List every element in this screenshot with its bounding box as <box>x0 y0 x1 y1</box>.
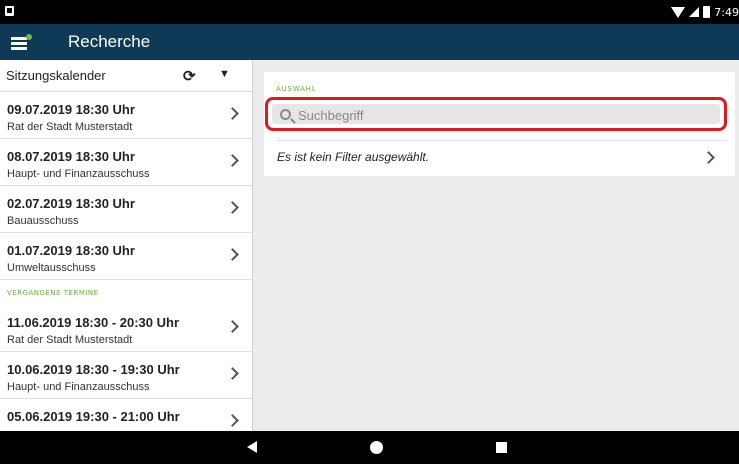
menu-icon[interactable] <box>11 34 33 50</box>
chevron-right-icon <box>226 367 239 380</box>
meeting-committee: Haupt- und Finanzausschuss <box>7 381 150 393</box>
notification-dot <box>26 34 32 40</box>
meeting-committee: Haupt- und Finanzausschuss <box>7 168 150 180</box>
page-title: Recherche <box>68 32 151 51</box>
meeting-date: 01.07.2019 18:30 Uhr <box>7 243 135 258</box>
filter-icon[interactable]: ▼ <box>219 68 230 80</box>
meeting-committee: Rat der Stadt Musterstadt <box>7 334 133 346</box>
meeting-item[interactable]: 09.07.2019 18:30 Uhr Rat der Stadt Muste… <box>0 92 252 139</box>
meeting-committee: Rat der Stadt Musterstadt <box>7 121 133 133</box>
pane-divider <box>252 60 253 431</box>
meeting-date: 05.06.2019 19:30 - 21:00 Uhr <box>7 409 180 424</box>
chevron-right-icon <box>226 201 239 214</box>
chevron-right-icon <box>226 154 239 167</box>
chevron-right-icon <box>226 320 239 333</box>
filter-row[interactable]: Es ist kein Filter ausgewählt. <box>277 150 429 164</box>
chevron-right-icon <box>226 414 239 427</box>
meeting-item[interactable]: 02.07.2019 18:30 Uhr Bauausschuss <box>0 186 252 233</box>
meeting-item[interactable]: 11.06.2019 18:30 - 20:30 Uhr Rat der Sta… <box>0 305 252 352</box>
sidebar-header: Sitzungskalender ⟳ ▼ <box>0 60 252 92</box>
meeting-item[interactable]: 10.06.2019 18:30 - 19:30 Uhr Haupt- und … <box>0 352 252 399</box>
meeting-date: 02.07.2019 18:30 Uhr <box>7 196 135 211</box>
meeting-item[interactable]: 01.07.2019 18:30 Uhr Umweltausschuss <box>0 233 252 280</box>
status-bar: 7:49 <box>0 0 739 24</box>
sidebar: Sitzungskalender ⟳ ▼ 09.07.2019 18:30 Uh… <box>0 60 252 431</box>
status-time: 7:49 <box>714 5 739 19</box>
sidebar-title: Sitzungskalender <box>6 68 106 83</box>
meeting-date: 09.07.2019 18:30 Uhr <box>7 102 135 117</box>
status-indicators: 7:49 <box>671 3 739 21</box>
chevron-right-icon <box>226 248 239 261</box>
meeting-date: 10.06.2019 18:30 - 19:30 Uhr <box>7 362 180 377</box>
search-box <box>265 97 727 131</box>
selection-label: AUSWAHL <box>276 85 317 93</box>
meeting-committee: Bauausschuss <box>7 215 79 227</box>
chevron-right-icon <box>226 107 239 120</box>
recent-apps-icon[interactable] <box>496 442 507 453</box>
divider <box>277 140 727 141</box>
meeting-item[interactable]: 08.07.2019 18:30 Uhr Haupt- und Finanzau… <box>0 139 252 186</box>
search-input[interactable] <box>298 106 718 124</box>
battery-icon <box>703 6 711 18</box>
back-icon[interactable] <box>247 441 257 453</box>
search-icon <box>280 109 291 120</box>
chevron-right-icon[interactable] <box>702 151 715 164</box>
meeting-date: 11.06.2019 18:30 - 20:30 Uhr <box>7 315 180 330</box>
sync-icon[interactable]: ⟳ <box>183 67 196 85</box>
search-field <box>272 104 720 124</box>
meeting-date: 08.07.2019 18:30 Uhr <box>7 149 135 164</box>
app-bar: Recherche <box>0 24 739 60</box>
notification-icon <box>5 6 14 16</box>
meeting-committee: Umweltausschuss <box>7 262 96 274</box>
signal-icon <box>689 7 700 17</box>
wifi-icon <box>671 6 686 18</box>
past-meetings-label: VERGANGENE TERMINE <box>7 288 99 297</box>
home-icon[interactable] <box>370 441 383 454</box>
search-panel: AUSWAHL Es ist kein Filter ausgewählt. <box>264 72 735 176</box>
navigation-bar <box>0 431 739 464</box>
meeting-item[interactable]: 05.06.2019 19:30 - 21:00 Uhr <box>0 399 252 431</box>
